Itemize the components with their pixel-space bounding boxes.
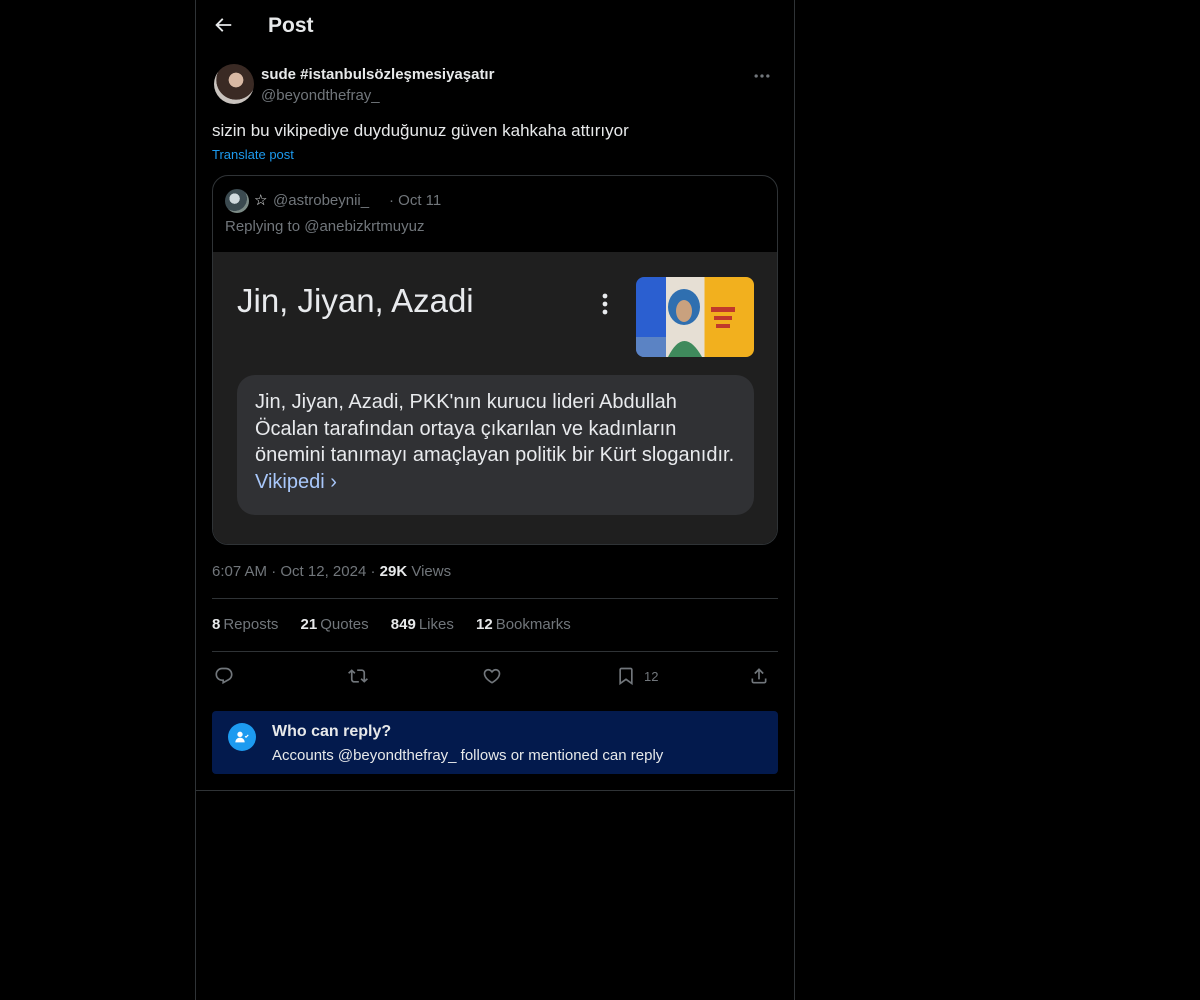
star-symbol: ☆ <box>254 192 268 209</box>
quotes-label: Quotes <box>320 616 369 633</box>
post-text: sizin bu vikipediye duyduğunuz güven kah… <box>212 121 629 140</box>
more-options-icon[interactable] <box>752 66 776 86</box>
reply-button[interactable] <box>214 662 234 690</box>
wiki-snippet-text: Jin, Jiyan, Azadi, PKK'nın kurucu lideri… <box>255 391 735 466</box>
repost-button[interactable] <box>348 662 368 690</box>
translate-post-link[interactable]: Translate post <box>212 147 294 162</box>
heart-icon <box>483 668 501 684</box>
header: Post <box>196 0 794 55</box>
post-metadata: 6:07 AM · Oct 12, 2024 · 29K Views <box>212 563 452 580</box>
bookmark-count: 12 <box>644 668 659 684</box>
replying-to: Replying to @anebizkrtmuyuz <box>225 218 425 235</box>
reposts-count: 8 <box>212 616 221 633</box>
image-title: Jin, Jiyan, Azadi <box>237 282 474 319</box>
who-can-reply-title: Who can reply? <box>272 723 392 740</box>
views-label: Views <box>411 563 452 580</box>
divider <box>212 651 778 652</box>
who-can-reply-banner: Who can reply? Accounts @beyondthefray_ … <box>212 711 778 774</box>
repost-icon <box>348 669 368 683</box>
quotes-stat[interactable]: 21 Quotes <box>301 616 369 633</box>
bookmarks-stat[interactable]: 12 Bookmarks <box>476 616 571 633</box>
reposts-label: Reposts <box>223 616 279 633</box>
quoted-screenshot-image[interactable]: Jin, Jiyan, Azadi Jin, Jiyan, Azadi, PKK… <box>213 252 777 544</box>
back-arrow-icon[interactable] <box>212 14 238 40</box>
post-time[interactable]: 6:07 AM <box>212 563 267 580</box>
person-check-icon <box>228 723 256 751</box>
divider <box>212 598 778 599</box>
engagement-stats: 8 Reposts 21 Quotes 849 Likes 12 Bookmarks <box>212 616 589 633</box>
bookmarks-label: Bookmarks <box>495 616 571 633</box>
post-author: sude #istanbulsözleşmesiyaşatır @beyondt… <box>214 64 780 108</box>
page-title: Post <box>268 14 314 37</box>
divider <box>196 790 794 791</box>
bookmark-button[interactable]: 12 <box>616 662 658 690</box>
quoted-post[interactable]: ☆ @astrobeynii_ · Oct 11 Replying to @an… <box>212 175 778 545</box>
likes-stat[interactable]: 849 Likes <box>391 616 454 633</box>
author-avatar[interactable] <box>214 64 254 104</box>
likes-count: 849 <box>390 616 416 633</box>
quotes-count: 21 <box>300 616 318 633</box>
quoted-post-date: · Oct 11 <box>389 192 442 209</box>
bookmarks-count: 12 <box>476 616 493 633</box>
who-can-reply-description: Accounts @beyondthefray_ follows or ment… <box>272 747 664 764</box>
vertical-dots-icon <box>600 292 610 316</box>
quoted-date-value: Oct 11 <box>398 192 442 209</box>
wiki-snippet-card: Jin, Jiyan, Azadi, PKK'nın kurucu lideri… <box>237 375 754 515</box>
post-column: Post sude #istanbulsözleşmesiyaşatır @be… <box>195 0 795 1000</box>
views-count: 29K <box>379 563 408 580</box>
wiki-source-link: Vikipedi › <box>255 470 337 493</box>
post-date[interactable]: Oct 12, 2024 <box>280 563 366 580</box>
reply-icon <box>215 667 233 685</box>
quoted-author-handle[interactable]: @astrobeynii_ <box>273 192 369 209</box>
quoted-author-avatar[interactable] <box>225 189 249 213</box>
mural-thumbnail <box>636 277 754 357</box>
like-button[interactable] <box>482 662 502 690</box>
likes-label: Likes <box>418 616 454 633</box>
action-bar: 12 <box>212 662 778 690</box>
share-button[interactable] <box>749 662 769 690</box>
bookmark-icon <box>619 667 633 686</box>
author-name[interactable]: sude #istanbulsözleşmesiyaşatır <box>261 66 494 83</box>
author-handle[interactable]: @beyondthefray_ <box>261 87 380 104</box>
share-icon <box>751 668 767 684</box>
reposts-stat[interactable]: 8 Reposts <box>212 616 278 633</box>
